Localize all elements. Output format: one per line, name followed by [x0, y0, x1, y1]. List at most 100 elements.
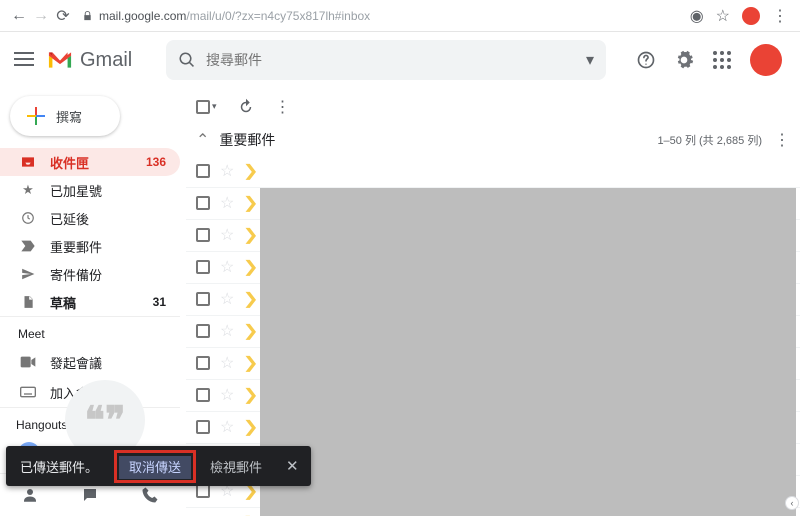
sidebar-item-send[interactable]: 寄件備份 — [0, 260, 180, 288]
url-host: mail.google.com — [99, 9, 186, 23]
row-important-icon[interactable]: ❯ — [243, 417, 259, 437]
hangouts-title: Hangouts — [14, 414, 170, 436]
chrome-menu-icon[interactable]: ⋮ — [772, 6, 788, 26]
row-star-icon[interactable]: ☆ — [220, 257, 234, 277]
mail-row[interactable]: ☆❯ — [186, 156, 800, 188]
row-important-icon[interactable]: ❯ — [243, 289, 259, 309]
search-options-icon[interactable]: ▾ — [586, 50, 594, 70]
gmail-logo[interactable]: Gmail — [46, 49, 166, 72]
row-star-icon[interactable]: ☆ — [220, 161, 234, 181]
meet-section-title: Meet — [0, 316, 180, 347]
row-checkbox[interactable] — [196, 292, 210, 306]
compose-button[interactable]: 撰寫 — [10, 96, 120, 136]
search-bar[interactable]: ▾ — [166, 40, 606, 80]
gmail-logo-icon — [46, 49, 74, 71]
view-message-button[interactable]: 檢視郵件 — [198, 457, 274, 476]
select-all-checkbox[interactable]: ▾ — [196, 100, 217, 114]
undo-send-toast: 已傳送郵件。 取消傳送 檢視郵件 ✕ — [6, 446, 311, 486]
side-panel-toggle[interactable]: ‹ — [785, 496, 799, 510]
sidebar-item-inbox[interactable]: 收件匣 136 — [0, 148, 180, 176]
section-label: 重要郵件 — [219, 130, 275, 150]
undo-highlight-box: 取消傳送 — [114, 450, 196, 483]
account-avatar[interactable] — [750, 44, 782, 76]
lock-icon — [82, 10, 93, 22]
star-icon: ★ — [20, 182, 36, 198]
inbox-icon — [20, 154, 36, 170]
nav-count: 31 — [153, 295, 166, 309]
meet-label: 加入會議 — [50, 383, 102, 402]
row-checkbox[interactable] — [196, 164, 210, 178]
meet-item-keyboard[interactable]: 加入會議 — [0, 377, 180, 407]
more-actions-button[interactable]: ⋮ — [275, 97, 291, 117]
row-important-icon[interactable]: ❯ — [243, 353, 259, 373]
video-icon — [20, 356, 36, 368]
nav-label: 已延後 — [50, 209, 89, 228]
row-checkbox[interactable] — [196, 228, 210, 242]
sidebar-item-clock[interactable]: 已延後 — [0, 204, 180, 232]
nav-label: 寄件備份 — [50, 265, 102, 284]
row-checkbox[interactable] — [196, 260, 210, 274]
eye-icon[interactable]: ◉ — [690, 6, 704, 26]
clock-icon — [20, 211, 36, 225]
main-menu-button[interactable] — [12, 48, 36, 72]
refresh-button[interactable] — [237, 98, 255, 116]
apps-grid-icon[interactable] — [712, 50, 732, 70]
nav-forward-button[interactable]: → — [30, 5, 52, 27]
gmail-logo-text: Gmail — [80, 49, 132, 72]
row-important-icon[interactable]: ❯ — [243, 385, 259, 405]
row-star-icon[interactable]: ☆ — [220, 289, 234, 309]
row-checkbox[interactable] — [196, 388, 210, 402]
row-important-icon[interactable]: ❯ — [243, 161, 259, 181]
row-star-icon[interactable]: ☆ — [220, 321, 234, 341]
row-important-icon[interactable]: ❯ — [243, 193, 259, 213]
address-bar[interactable]: mail.google.com/mail/u/0/?zx=n4cy75x817l… — [74, 9, 690, 23]
url-path: /mail/u/0/?zx=n4cy75x817lh#inbox — [186, 9, 370, 23]
toast-message: 已傳送郵件。 — [6, 457, 112, 476]
support-icon[interactable] — [636, 50, 656, 70]
mail-toolbar: ▾ ⋮ — [186, 88, 800, 126]
nav-label: 已加星號 — [50, 181, 102, 200]
row-checkbox[interactable] — [196, 420, 210, 434]
row-star-icon[interactable]: ☆ — [220, 385, 234, 405]
row-star-icon[interactable]: ☆ — [220, 225, 234, 245]
undo-send-button[interactable]: 取消傳送 — [119, 456, 191, 479]
chrome-profile-avatar[interactable] — [742, 7, 760, 25]
meet-list: 發起會議加入會議 — [0, 347, 180, 407]
toast-close-button[interactable]: ✕ — [274, 457, 311, 475]
nav-back-button[interactable]: ← — [8, 5, 30, 27]
send-icon — [20, 267, 36, 281]
sidebar-item-draft[interactable]: 草稿 31 — [0, 288, 180, 316]
sidebar-item-star[interactable]: ★ 已加星號 — [0, 176, 180, 204]
compose-plus-icon — [26, 106, 46, 126]
row-checkbox[interactable] — [196, 484, 210, 498]
row-star-icon[interactable]: ☆ — [220, 417, 234, 437]
row-checkbox[interactable] — [196, 356, 210, 370]
section-header: ⌃ 重要郵件 1–50 列 (共 2,685 列) ⋮ — [186, 126, 800, 156]
bookmark-star-icon[interactable]: ☆ — [716, 6, 730, 26]
nav-reload-button[interactable]: ⟳ — [52, 5, 74, 27]
sidebar-item-important[interactable]: 重要郵件 — [0, 232, 180, 260]
keyboard-icon — [20, 386, 36, 398]
search-icon — [178, 51, 196, 69]
row-important-icon[interactable]: ❯ — [243, 225, 259, 245]
row-important-icon[interactable]: ❯ — [243, 321, 259, 341]
row-important-icon[interactable]: ❯ — [243, 257, 259, 277]
row-star-icon[interactable]: ☆ — [220, 353, 234, 373]
row-star-icon[interactable]: ☆ — [220, 193, 234, 213]
meet-label: 發起會議 — [50, 353, 102, 372]
important-icon — [20, 240, 36, 252]
compose-label: 撰寫 — [56, 107, 82, 126]
row-checkbox[interactable] — [196, 324, 210, 338]
gmail-header: Gmail ▾ — [0, 32, 800, 88]
nav-label: 收件匣 — [50, 153, 89, 172]
nav-count: 136 — [146, 155, 166, 169]
search-input[interactable] — [206, 52, 586, 68]
nav-label: 重要郵件 — [50, 237, 102, 256]
section-count: 1–50 列 (共 2,685 列) — [657, 132, 762, 148]
nav-label: 草稿 — [50, 293, 76, 312]
section-collapse-icon[interactable]: ⌃ — [196, 130, 209, 150]
row-checkbox[interactable] — [196, 196, 210, 210]
settings-gear-icon[interactable] — [674, 50, 694, 70]
draft-icon — [20, 294, 36, 310]
meet-item-video[interactable]: 發起會議 — [0, 347, 180, 377]
